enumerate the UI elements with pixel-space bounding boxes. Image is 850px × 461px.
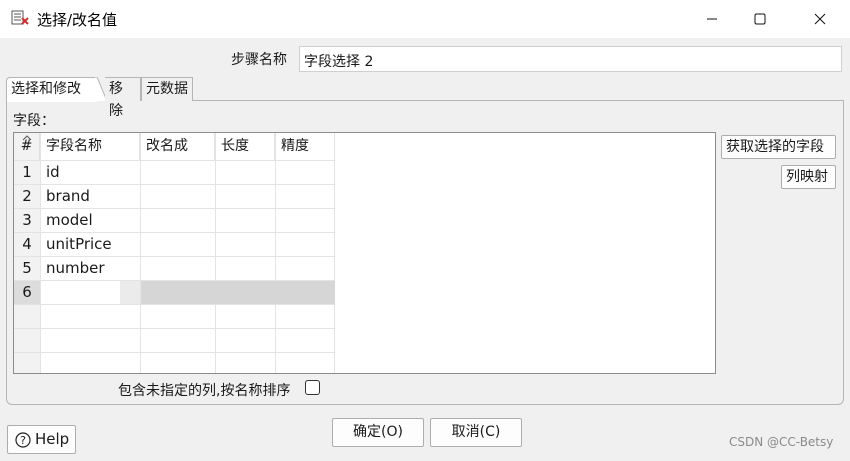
grid-line: [215, 133, 216, 373]
table-cell-highlight: [120, 281, 140, 304]
tab-metadata[interactable]: 元数据: [141, 77, 193, 101]
fields-table[interactable]: # 字段名称 改名成 长度 精度 1 id 2 brand 3 model 4 …: [13, 132, 716, 374]
minimize-icon: [707, 18, 717, 20]
help-button[interactable]: ? Help: [7, 425, 76, 454]
tab-select-modify[interactable]: 选择和修改: [6, 77, 97, 102]
window-title: 选择/改名值: [37, 11, 118, 29]
column-header-rename[interactable]: 改名成: [140, 133, 215, 160]
maximize-button[interactable]: [737, 0, 783, 38]
grid-line: [14, 160, 334, 161]
get-selected-fields-button[interactable]: 获取选择的字段: [721, 135, 836, 159]
column-header-field-name[interactable]: 字段名称: [40, 133, 140, 160]
app-icon: [11, 9, 29, 27]
fields-label: 字段：: [13, 113, 55, 129]
row-number: 2: [14, 185, 40, 208]
row-number: 4: [14, 233, 40, 256]
grid-line: [275, 133, 276, 373]
tab-remove[interactable]: 移除: [105, 77, 141, 119]
grid-line: [14, 304, 334, 305]
row-number: 3: [14, 209, 40, 232]
row-number: 6: [14, 281, 40, 304]
close-button[interactable]: [797, 0, 843, 38]
grid-line: [40, 133, 41, 373]
table-cell-field-name[interactable]: unitPrice: [46, 233, 112, 256]
table-cell-field-name[interactable]: number: [46, 257, 105, 280]
minimize-button[interactable]: [689, 0, 735, 38]
column-header-precision[interactable]: 精度: [275, 133, 335, 160]
table-cell-field-name[interactable]: id: [46, 161, 60, 184]
ok-button[interactable]: 确定(O): [332, 418, 424, 447]
step-name-input[interactable]: 字段选择 2: [299, 46, 842, 72]
close-icon: [814, 13, 826, 25]
table-cell-field-name[interactable]: model: [46, 209, 93, 232]
maximize-icon: [754, 13, 766, 25]
grid-line: [14, 328, 334, 329]
sort-arrow-icon: [22, 135, 32, 141]
title-bar: 选择/改名值: [0, 0, 850, 38]
column-mapping-button[interactable]: 列映射: [781, 165, 836, 189]
grid-line: [14, 352, 334, 353]
tab-label: 选择和修改: [11, 81, 81, 97]
tab-label: 移除: [109, 81, 123, 119]
svg-text:?: ?: [20, 434, 26, 447]
grid-line: [140, 133, 141, 373]
row-number: 5: [14, 257, 40, 280]
tab-label: 元数据: [146, 81, 188, 97]
column-header-length[interactable]: 长度: [215, 133, 275, 160]
help-icon: ?: [15, 432, 31, 448]
row-number: 1: [14, 161, 40, 184]
include-unspecified-label: 包含未指定的列,按名称排序: [118, 383, 291, 399]
watermark: CSDN @CC-Betsy: [729, 435, 834, 449]
help-label: Help: [35, 430, 70, 448]
grid-line: [334, 133, 335, 373]
table-cell-field-name[interactable]: brand: [46, 185, 90, 208]
step-name-label: 步骤名称: [231, 52, 287, 68]
cancel-button[interactable]: 取消(C): [430, 418, 522, 447]
table-cell-highlight: [141, 281, 335, 304]
include-unspecified-checkbox[interactable]: [305, 380, 320, 395]
